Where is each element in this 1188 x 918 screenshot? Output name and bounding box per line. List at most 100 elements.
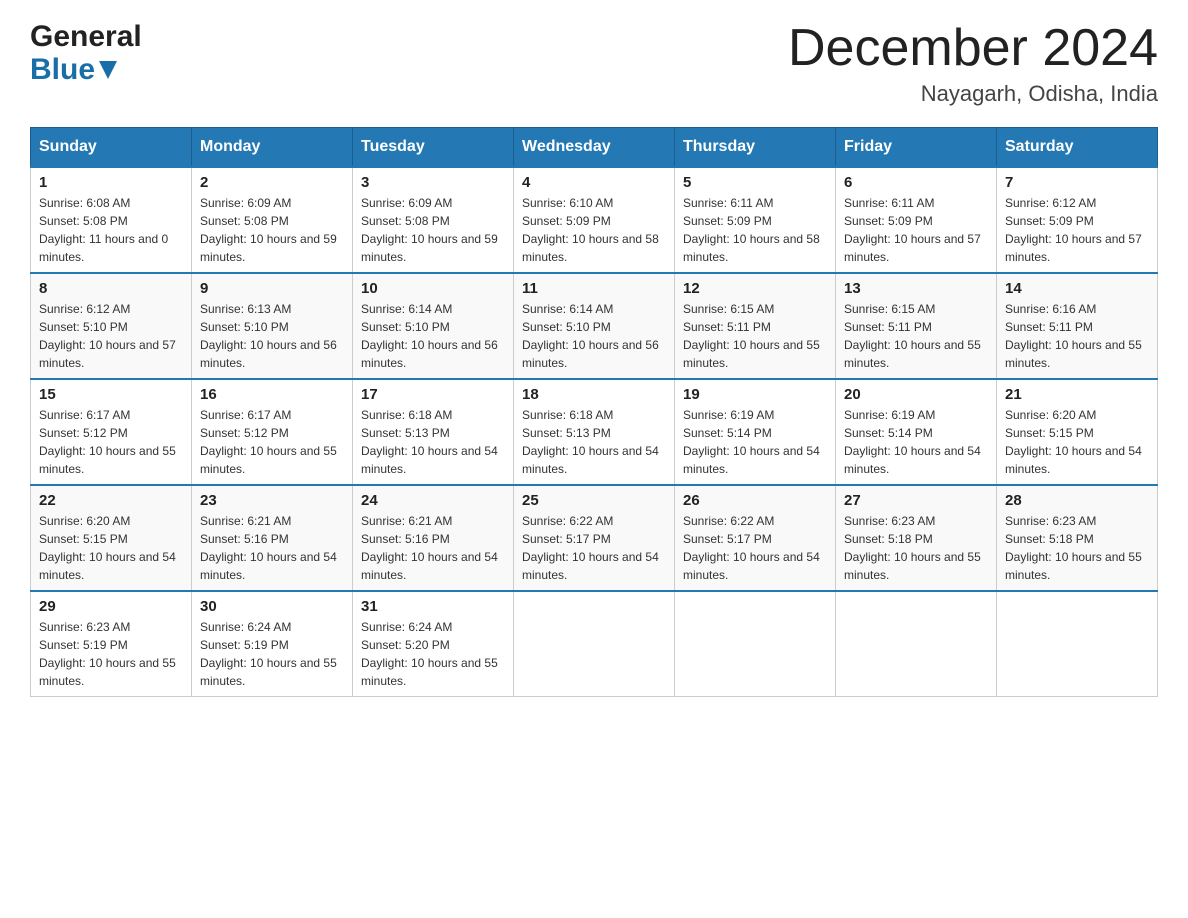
day-number: 27 — [844, 492, 988, 509]
calendar-cell: 20 Sunrise: 6:19 AM Sunset: 5:14 PM Dayl… — [836, 379, 997, 485]
calendar-header-row: SundayMondayTuesdayWednesdayThursdayFrid… — [31, 128, 1158, 168]
day-number: 4 — [522, 174, 666, 191]
calendar-cell: 10 Sunrise: 6:14 AM Sunset: 5:10 PM Dayl… — [353, 273, 514, 379]
day-info: Sunrise: 6:15 AM Sunset: 5:11 PM Dayligh… — [844, 300, 988, 372]
calendar-cell: 3 Sunrise: 6:09 AM Sunset: 5:08 PM Dayli… — [353, 167, 514, 273]
calendar-cell — [514, 591, 675, 697]
day-number: 18 — [522, 386, 666, 403]
logo-general-text: General — [30, 20, 142, 53]
day-number: 31 — [361, 598, 505, 615]
day-info: Sunrise: 6:21 AM Sunset: 5:16 PM Dayligh… — [200, 512, 344, 584]
day-info: Sunrise: 6:11 AM Sunset: 5:09 PM Dayligh… — [844, 194, 988, 266]
day-info: Sunrise: 6:20 AM Sunset: 5:15 PM Dayligh… — [39, 512, 183, 584]
calendar-week-row: 15 Sunrise: 6:17 AM Sunset: 5:12 PM Dayl… — [31, 379, 1158, 485]
day-number: 8 — [39, 280, 183, 297]
day-info: Sunrise: 6:14 AM Sunset: 5:10 PM Dayligh… — [522, 300, 666, 372]
calendar-cell: 2 Sunrise: 6:09 AM Sunset: 5:08 PM Dayli… — [192, 167, 353, 273]
day-number: 2 — [200, 174, 344, 191]
calendar-header-saturday: Saturday — [997, 128, 1158, 168]
location-subtitle: Nayagarh, Odisha, India — [788, 81, 1158, 107]
day-info: Sunrise: 6:23 AM Sunset: 5:18 PM Dayligh… — [844, 512, 988, 584]
calendar-cell: 25 Sunrise: 6:22 AM Sunset: 5:17 PM Dayl… — [514, 485, 675, 591]
calendar-cell: 23 Sunrise: 6:21 AM Sunset: 5:16 PM Dayl… — [192, 485, 353, 591]
day-number: 19 — [683, 386, 827, 403]
day-info: Sunrise: 6:22 AM Sunset: 5:17 PM Dayligh… — [522, 512, 666, 584]
day-info: Sunrise: 6:09 AM Sunset: 5:08 PM Dayligh… — [361, 194, 505, 266]
logo-blue-text: Blue — [30, 53, 142, 86]
day-number: 30 — [200, 598, 344, 615]
day-number: 11 — [522, 280, 666, 297]
day-number: 21 — [1005, 386, 1149, 403]
logo: General Blue — [30, 20, 142, 86]
calendar-cell: 26 Sunrise: 6:22 AM Sunset: 5:17 PM Dayl… — [675, 485, 836, 591]
day-info: Sunrise: 6:17 AM Sunset: 5:12 PM Dayligh… — [39, 406, 183, 478]
day-number: 5 — [683, 174, 827, 191]
day-info: Sunrise: 6:14 AM Sunset: 5:10 PM Dayligh… — [361, 300, 505, 372]
day-number: 28 — [1005, 492, 1149, 509]
calendar-cell: 5 Sunrise: 6:11 AM Sunset: 5:09 PM Dayli… — [675, 167, 836, 273]
calendar-cell: 11 Sunrise: 6:14 AM Sunset: 5:10 PM Dayl… — [514, 273, 675, 379]
day-number: 25 — [522, 492, 666, 509]
day-number: 29 — [39, 598, 183, 615]
calendar-week-row: 22 Sunrise: 6:20 AM Sunset: 5:15 PM Dayl… — [31, 485, 1158, 591]
day-info: Sunrise: 6:19 AM Sunset: 5:14 PM Dayligh… — [683, 406, 827, 478]
calendar-cell: 24 Sunrise: 6:21 AM Sunset: 5:16 PM Dayl… — [353, 485, 514, 591]
day-info: Sunrise: 6:20 AM Sunset: 5:15 PM Dayligh… — [1005, 406, 1149, 478]
day-info: Sunrise: 6:17 AM Sunset: 5:12 PM Dayligh… — [200, 406, 344, 478]
calendar-header-wednesday: Wednesday — [514, 128, 675, 168]
calendar-cell: 7 Sunrise: 6:12 AM Sunset: 5:09 PM Dayli… — [997, 167, 1158, 273]
calendar-header-monday: Monday — [192, 128, 353, 168]
day-info: Sunrise: 6:10 AM Sunset: 5:09 PM Dayligh… — [522, 194, 666, 266]
day-number: 24 — [361, 492, 505, 509]
calendar-header-friday: Friday — [836, 128, 997, 168]
day-number: 16 — [200, 386, 344, 403]
day-number: 20 — [844, 386, 988, 403]
day-info: Sunrise: 6:12 AM Sunset: 5:09 PM Dayligh… — [1005, 194, 1149, 266]
day-number: 10 — [361, 280, 505, 297]
calendar-cell: 29 Sunrise: 6:23 AM Sunset: 5:19 PM Dayl… — [31, 591, 192, 697]
day-number: 9 — [200, 280, 344, 297]
calendar-header-thursday: Thursday — [675, 128, 836, 168]
calendar-cell: 15 Sunrise: 6:17 AM Sunset: 5:12 PM Dayl… — [31, 379, 192, 485]
calendar-cell: 27 Sunrise: 6:23 AM Sunset: 5:18 PM Dayl… — [836, 485, 997, 591]
calendar-cell: 18 Sunrise: 6:18 AM Sunset: 5:13 PM Dayl… — [514, 379, 675, 485]
day-info: Sunrise: 6:19 AM Sunset: 5:14 PM Dayligh… — [844, 406, 988, 478]
calendar-cell: 30 Sunrise: 6:24 AM Sunset: 5:19 PM Dayl… — [192, 591, 353, 697]
calendar-cell: 14 Sunrise: 6:16 AM Sunset: 5:11 PM Dayl… — [997, 273, 1158, 379]
calendar-cell — [997, 591, 1158, 697]
day-info: Sunrise: 6:15 AM Sunset: 5:11 PM Dayligh… — [683, 300, 827, 372]
calendar-cell: 19 Sunrise: 6:19 AM Sunset: 5:14 PM Dayl… — [675, 379, 836, 485]
calendar-cell: 4 Sunrise: 6:10 AM Sunset: 5:09 PM Dayli… — [514, 167, 675, 273]
calendar-cell: 21 Sunrise: 6:20 AM Sunset: 5:15 PM Dayl… — [997, 379, 1158, 485]
day-number: 1 — [39, 174, 183, 191]
day-number: 15 — [39, 386, 183, 403]
day-info: Sunrise: 6:13 AM Sunset: 5:10 PM Dayligh… — [200, 300, 344, 372]
calendar-cell: 9 Sunrise: 6:13 AM Sunset: 5:10 PM Dayli… — [192, 273, 353, 379]
day-number: 13 — [844, 280, 988, 297]
calendar-cell: 16 Sunrise: 6:17 AM Sunset: 5:12 PM Dayl… — [192, 379, 353, 485]
title-block: December 2024 Nayagarh, Odisha, India — [788, 20, 1158, 107]
day-number: 7 — [1005, 174, 1149, 191]
day-number: 3 — [361, 174, 505, 191]
calendar-week-row: 1 Sunrise: 6:08 AM Sunset: 5:08 PM Dayli… — [31, 167, 1158, 273]
calendar-table: SundayMondayTuesdayWednesdayThursdayFrid… — [30, 127, 1158, 697]
day-number: 17 — [361, 386, 505, 403]
day-info: Sunrise: 6:18 AM Sunset: 5:13 PM Dayligh… — [361, 406, 505, 478]
day-number: 26 — [683, 492, 827, 509]
calendar-cell: 8 Sunrise: 6:12 AM Sunset: 5:10 PM Dayli… — [31, 273, 192, 379]
day-number: 12 — [683, 280, 827, 297]
day-info: Sunrise: 6:23 AM Sunset: 5:19 PM Dayligh… — [39, 618, 183, 690]
calendar-cell — [836, 591, 997, 697]
calendar-week-row: 29 Sunrise: 6:23 AM Sunset: 5:19 PM Dayl… — [31, 591, 1158, 697]
day-number: 23 — [200, 492, 344, 509]
logo-arrow-icon — [99, 53, 117, 86]
day-info: Sunrise: 6:23 AM Sunset: 5:18 PM Dayligh… — [1005, 512, 1149, 584]
day-info: Sunrise: 6:24 AM Sunset: 5:20 PM Dayligh… — [361, 618, 505, 690]
day-info: Sunrise: 6:24 AM Sunset: 5:19 PM Dayligh… — [200, 618, 344, 690]
calendar-cell: 13 Sunrise: 6:15 AM Sunset: 5:11 PM Dayl… — [836, 273, 997, 379]
day-info: Sunrise: 6:16 AM Sunset: 5:11 PM Dayligh… — [1005, 300, 1149, 372]
day-info: Sunrise: 6:22 AM Sunset: 5:17 PM Dayligh… — [683, 512, 827, 584]
calendar-week-row: 8 Sunrise: 6:12 AM Sunset: 5:10 PM Dayli… — [31, 273, 1158, 379]
calendar-cell: 17 Sunrise: 6:18 AM Sunset: 5:13 PM Dayl… — [353, 379, 514, 485]
day-number: 22 — [39, 492, 183, 509]
